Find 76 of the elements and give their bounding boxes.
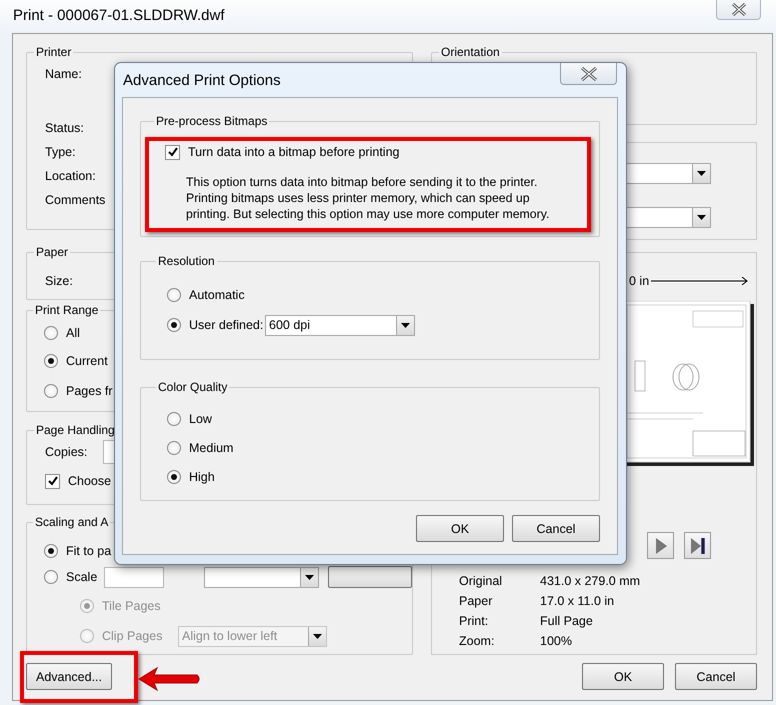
info-value: Full Page (540, 613, 594, 629)
custom-button[interactable] (328, 566, 412, 588)
radio-label: Medium (189, 441, 234, 455)
radio-label: Fit to pa (66, 544, 112, 558)
field-label: Status: (45, 121, 84, 135)
field-label: Copies: (45, 445, 88, 459)
radio-label: User defined: (189, 318, 264, 332)
last-page-button[interactable] (684, 532, 711, 559)
ok-button[interactable]: OK (416, 515, 504, 542)
group-label: Orientation (440, 45, 501, 59)
info-value: 100% (540, 633, 573, 649)
close-icon (580, 66, 598, 80)
play-icon (654, 538, 666, 554)
radio-label: Current (66, 354, 108, 368)
info-label: Print: (459, 613, 490, 629)
info-label: Original (459, 573, 504, 589)
radio-button[interactable] (44, 544, 58, 558)
radio-label: Pages fr (66, 384, 113, 398)
scale-field[interactable] (104, 566, 164, 588)
radio-button[interactable] (44, 326, 58, 340)
caret-icon (313, 634, 322, 638)
window-title: Print - 000067-01.SLDDRW.dwf (13, 7, 226, 24)
radio-button[interactable] (167, 412, 181, 426)
group-label: Pre-process Bitmaps (155, 114, 268, 128)
checkbox-label: Turn data into a bitmap before printing (188, 145, 400, 159)
caret-icon (697, 171, 706, 176)
field-label: Size: (45, 274, 73, 288)
caret-icon (305, 574, 314, 580)
radio-label: Low (189, 412, 212, 426)
description-text: This option turns data into bitmap before sending it to the printer. Printing bitmaps uses less printer memory, which can speed up printing. But selecting this option may use more computer memory. (186, 174, 550, 222)
radio-label: High (189, 470, 215, 484)
close-button[interactable] (716, 0, 761, 20)
radio-label: All (66, 326, 80, 340)
info-label: Paper (459, 593, 494, 609)
info-label: Zoom: (459, 633, 496, 649)
radio-button[interactable] (167, 318, 181, 332)
cancel-button[interactable]: Cancel (675, 663, 757, 690)
radio-button[interactable] (167, 470, 181, 484)
ratio-dropdown[interactable] (204, 566, 320, 588)
caret-icon (697, 215, 706, 220)
group-label: Page Handling (35, 423, 116, 437)
skip-to-end-icon (690, 538, 706, 554)
radio-button[interactable] (167, 288, 181, 302)
group-label: Print Range (34, 303, 100, 317)
checkbox[interactable] (45, 474, 60, 488)
close-icon (730, 3, 746, 16)
group-label: Resolution (157, 254, 216, 268)
radio-button[interactable] (44, 354, 58, 368)
field-label: Name: (45, 67, 82, 81)
checkbox-label: Choose (68, 474, 112, 488)
field-label: Comments (45, 193, 106, 207)
field-label: Location: (45, 169, 96, 183)
radio-label: Clip Pages (102, 629, 162, 643)
group-label: Printer (35, 45, 72, 59)
radio-button[interactable] (44, 570, 58, 584)
radio-label: Automatic (189, 288, 245, 302)
next-page-button[interactable] (647, 532, 674, 559)
radio-button[interactable] (167, 441, 181, 455)
checkbox[interactable] (165, 144, 180, 160)
caret-icon (401, 322, 410, 328)
group-label: Color Quality (157, 380, 228, 394)
width-label: 0 in (629, 274, 650, 288)
advanced-button[interactable]: Advanced... (26, 663, 112, 690)
group-label: Paper (35, 245, 70, 259)
ok-button[interactable]: OK (582, 663, 664, 690)
radio-label: Scale (66, 570, 98, 584)
radio-button[interactable] (44, 384, 58, 398)
cancel-button[interactable]: Cancel (512, 515, 600, 542)
close-button[interactable] (560, 63, 617, 85)
info-value: 17.0 x 11.0 in (540, 593, 616, 609)
field-label: Type: (45, 145, 76, 159)
group-label: Scaling and A (34, 515, 110, 529)
radio-label: Tile Pages (102, 599, 161, 613)
info-value: 431.0 x 279.0 mm (540, 573, 642, 589)
dialog-title: Advanced Print Options (123, 72, 282, 89)
resolution-dropdown[interactable]: 600 dpi (265, 314, 415, 336)
